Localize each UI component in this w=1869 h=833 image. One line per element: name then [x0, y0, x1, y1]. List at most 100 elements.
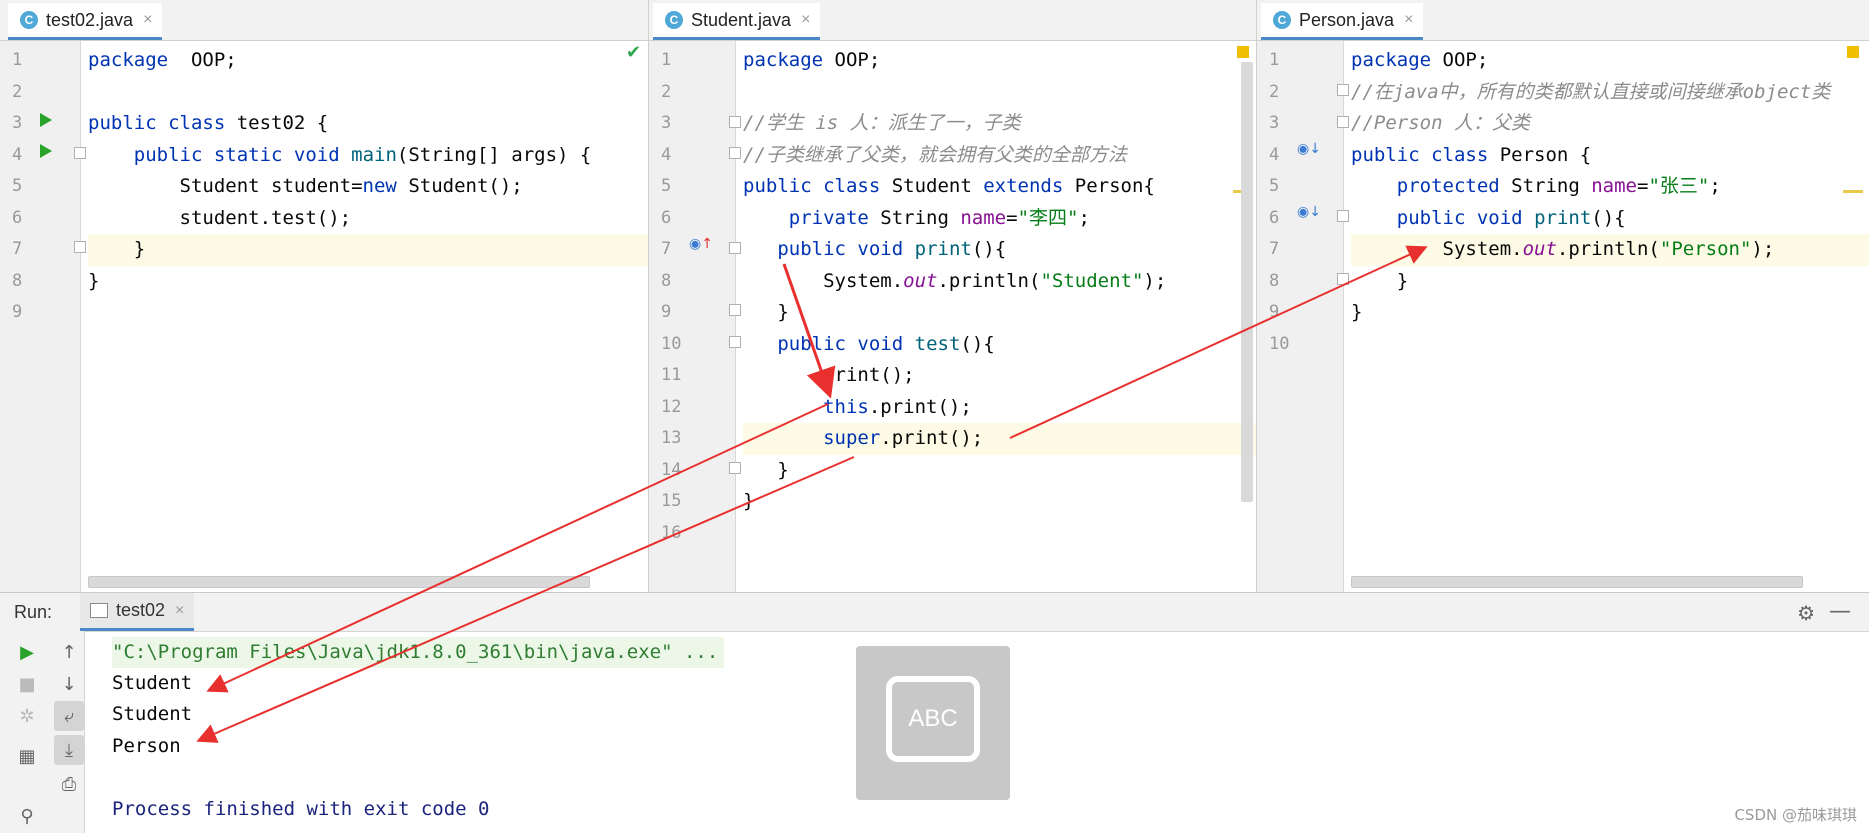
code-line[interactable]: //学生 is 人：派生了一，子类 [743, 108, 1256, 140]
fold-icon[interactable] [1337, 210, 1349, 222]
horizontal-scrollbar[interactable] [88, 576, 590, 588]
code-token: "Student" [1040, 269, 1144, 292]
fold-icon[interactable] [74, 147, 86, 159]
run-tab-test02[interactable]: test02 × [80, 593, 195, 631]
code-editor[interactable]: package OOP; //学生 is 人：派生了一，子类 //子类继承了父类，就… [743, 41, 1256, 592]
close-icon[interactable]: × [175, 602, 184, 620]
inspection-ok-icon[interactable]: ✔ [626, 42, 641, 63]
line-number: 14 [661, 459, 682, 480]
stop-icon[interactable]: ■ [12, 669, 42, 699]
fold-icon[interactable] [74, 241, 86, 253]
code-line[interactable]: package OOP; [743, 45, 1256, 77]
code-line[interactable]: print(); [743, 360, 1256, 392]
warning-stripe[interactable] [1843, 190, 1863, 193]
soft-wrap-icon[interactable]: ⤶ [54, 701, 84, 731]
code-token: print(); [743, 364, 915, 386]
code-token: Person { [1488, 143, 1592, 166]
code-line[interactable]: //Person 人：父类 [1351, 108, 1869, 140]
code-token: Student(); [396, 175, 523, 197]
gear-icon[interactable]: ⚙ [1797, 601, 1815, 625]
code-line[interactable] [743, 77, 1256, 109]
code-editor[interactable]: package OOP; //在java中，所有的类都默认直接或间接继承objec… [1351, 41, 1869, 592]
scroll-down-icon[interactable]: ↓ [54, 669, 84, 699]
code-token: student.test(); [88, 206, 352, 229]
close-icon[interactable]: × [1404, 11, 1413, 29]
minimize-icon[interactable]: — [1829, 599, 1851, 624]
layout-icon[interactable]: ▦ [12, 741, 42, 771]
fold-icon[interactable] [729, 147, 741, 159]
code-line[interactable]: System.out.println("Student"); [743, 266, 1256, 298]
vertical-scrollbar[interactable] [1241, 62, 1253, 502]
code-line[interactable]: package OOP; [1351, 45, 1869, 77]
fold-icon[interactable] [1337, 84, 1349, 96]
code-line[interactable]: public void test(){ [743, 329, 1256, 361]
scroll-to-end-icon[interactable]: ⤓ [54, 735, 84, 765]
run-gutter-icon[interactable] [40, 144, 52, 158]
line-number: 7 [1269, 239, 1280, 259]
code-line[interactable]: } [743, 486, 1256, 518]
run-gutter-icon[interactable] [40, 113, 52, 127]
code-line[interactable]: } [743, 455, 1256, 487]
code-token: test02 { [225, 112, 329, 134]
fold-icon[interactable] [729, 304, 741, 316]
code-line[interactable]: private String name="李四"; [743, 203, 1256, 235]
horizontal-scrollbar[interactable] [1351, 576, 1803, 588]
fold-icon[interactable] [729, 336, 741, 348]
code-line[interactable]: student.test(); [88, 203, 648, 235]
code-line[interactable]: public class Student extends Person{ [743, 171, 1256, 203]
code-line[interactable]: } [743, 297, 1256, 329]
fold-icon[interactable] [729, 462, 741, 474]
code-line[interactable]: public static void main(String[] args) { [88, 140, 648, 172]
implemented-icon[interactable]: ◉↓ [1297, 141, 1321, 157]
editor-tab-bar: C Student.java × [649, 0, 1256, 41]
code-line[interactable]: //在java中，所有的类都默认直接或间接继承object类 [1351, 77, 1869, 109]
line-number: 12 [661, 396, 682, 417]
code-line[interactable]: } [1351, 297, 1869, 329]
code-line[interactable]: package OOP; [88, 45, 648, 77]
code-token: = [1637, 175, 1649, 197]
run-tab-label: test02 [116, 600, 166, 620]
rerun-icon[interactable]: ▶ [12, 637, 42, 667]
tab-student-java[interactable]: C Student.java × [653, 3, 821, 40]
warning-marker[interactable] [1237, 46, 1249, 58]
tab-test02-java[interactable]: C test02.java × [8, 3, 163, 40]
line-number: 6 [12, 207, 23, 228]
code-line[interactable]: //子类继承了父类，就会拥有父类的全部方法 [743, 140, 1256, 172]
code-line[interactable]: } [1351, 266, 1869, 298]
code-line[interactable]: public void print(){ [1351, 203, 1869, 235]
code-line[interactable] [1351, 329, 1869, 361]
code-line[interactable]: super.print(); [743, 423, 1256, 455]
implemented-icon[interactable]: ◉↓ [1297, 204, 1321, 220]
fold-icon[interactable] [1337, 116, 1349, 128]
scroll-up-icon[interactable]: ↑ [54, 637, 84, 667]
code-token: out [1522, 238, 1557, 260]
code-token: package [743, 49, 824, 71]
code-line[interactable] [88, 297, 648, 329]
code-line[interactable]: } [88, 266, 648, 298]
pin-icon[interactable]: ⚲ [12, 801, 42, 831]
code-line[interactable] [743, 518, 1256, 550]
fold-icon[interactable] [729, 116, 741, 128]
close-icon[interactable]: × [143, 11, 152, 29]
code-line[interactable] [88, 77, 648, 109]
close-icon[interactable]: × [801, 11, 810, 29]
code-line[interactable]: public void print(){ [743, 234, 1256, 266]
fold-icon[interactable] [729, 242, 741, 254]
tab-person-java[interactable]: C Person.java × [1261, 3, 1424, 40]
code-line[interactable]: protected String name="张三"; [1351, 171, 1869, 203]
debug-icon[interactable]: ✲ [12, 701, 42, 731]
warning-marker[interactable] [1847, 46, 1859, 58]
code-line[interactable]: this.print(); [743, 392, 1256, 424]
code-line[interactable]: public class Person { [1351, 140, 1869, 172]
code-editor[interactable]: package OOP; public class test02 { public… [88, 41, 648, 592]
code-line[interactable]: } [88, 234, 648, 266]
print-icon[interactable]: ⎙ [54, 769, 84, 799]
code-line[interactable]: System.out.println("Person"); [1351, 234, 1869, 266]
code-line[interactable]: Student student=new Student(); [88, 171, 648, 203]
code-token: OOP; [168, 49, 237, 71]
override-icon[interactable]: ◉↑ [689, 236, 713, 252]
code-line[interactable]: public class test02 { [88, 108, 648, 140]
fold-icon[interactable] [1337, 273, 1349, 285]
